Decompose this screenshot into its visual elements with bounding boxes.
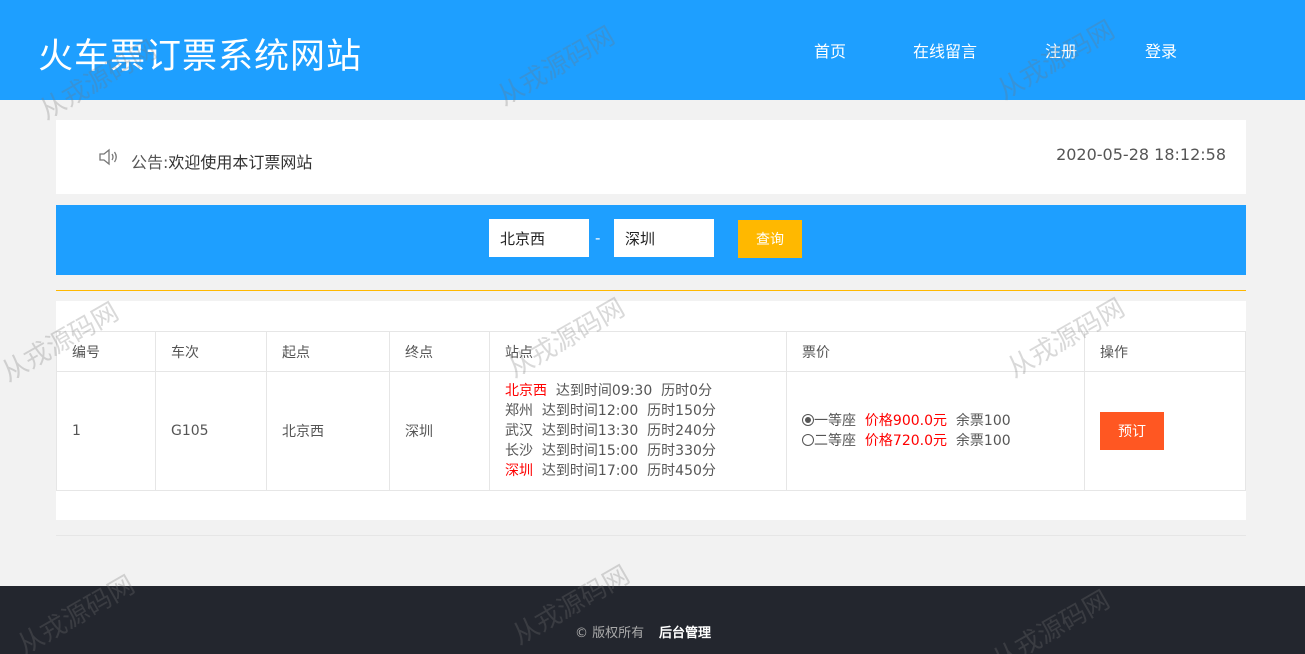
table-row: 1 G105 北京西 深圳 北京西 达到时间09:30 历时0分 郑州 达到时间… [56, 371, 1246, 491]
admin-link[interactable]: 后台管理 [659, 622, 711, 641]
station-row: 深圳 达到时间17:00 历时450分 [505, 461, 786, 481]
col-price: 票价 [786, 331, 1085, 372]
station-duration: 历时0分 [661, 383, 713, 399]
station-row: 长沙 达到时间15:00 历时330分 [505, 441, 786, 461]
seat-remaining: 余票100 [955, 433, 1011, 449]
main-nav: 首页 在线留言 注册 登录 [0, 38, 1305, 62]
from-station-input[interactable] [489, 219, 589, 257]
col-origin: 起点 [266, 331, 390, 372]
train-table: 编号 车次 起点 终点 站点 票价 操作 1 G105 北京西 深圳 北京西 达… [56, 331, 1246, 491]
notice-bar: 公告:欢迎使用本订票网站 2020-05-28 18:12:58 [56, 120, 1246, 194]
col-stations: 站点 [489, 331, 787, 372]
radio-first-class[interactable] [802, 414, 814, 426]
query-button[interactable]: 查询 [738, 220, 802, 258]
station-arrive: 达到时间13:30 [541, 423, 639, 439]
station-arrive: 达到时间09:30 [555, 383, 653, 399]
nav-login[interactable]: 登录 [1145, 38, 1177, 62]
station-duration: 历时330分 [647, 443, 716, 459]
book-button[interactable]: 预订 [1100, 412, 1164, 450]
cell-id: 1 [56, 371, 156, 491]
station-duration: 历时150分 [647, 403, 716, 419]
radio-second-class[interactable] [802, 434, 814, 446]
station-arrive: 达到时间17:00 [541, 463, 639, 479]
to-station-input[interactable] [614, 219, 714, 257]
seat-price: 价格720.0元 [864, 433, 947, 449]
search-bar: - 查询 [56, 205, 1246, 275]
station-duration: 历时450分 [647, 463, 716, 479]
site-footer: © 版权所有 后台管理 [0, 586, 1305, 654]
notice-text: 公告:欢迎使用本订票网站 [131, 149, 312, 173]
station-name: 深圳 [505, 463, 533, 479]
route-separator: - [595, 229, 601, 247]
speaker-icon [98, 147, 120, 171]
station-row: 北京西 达到时间09:30 历时0分 [505, 381, 786, 401]
station-row: 郑州 达到时间12:00 历时150分 [505, 401, 786, 421]
cell-action: 预订 [1084, 371, 1246, 491]
cell-origin: 北京西 [266, 371, 390, 491]
notice-message: 欢迎使用本订票网站 [168, 153, 313, 172]
site-header: 火车票订票系统网站 首页 在线留言 注册 登录 [0, 0, 1305, 100]
nav-home[interactable]: 首页 [814, 38, 846, 62]
divider-line [56, 290, 1246, 291]
seat-type: 二等座 [814, 433, 856, 449]
station-name: 武汉 [505, 423, 533, 439]
price-option-first[interactable]: 一等座 价格900.0元 余票100 [802, 411, 1084, 431]
station-duration: 历时240分 [647, 423, 716, 439]
seat-price: 价格900.0元 [864, 413, 947, 429]
col-id: 编号 [56, 331, 156, 372]
current-datetime: 2020-05-28 18:12:58 [1056, 145, 1226, 164]
station-row: 武汉 达到时间13:30 历时240分 [505, 421, 786, 441]
col-action: 操作 [1084, 331, 1246, 372]
price-option-second[interactable]: 二等座 价格720.0元 余票100 [802, 431, 1084, 451]
station-name: 北京西 [505, 383, 547, 399]
cell-stations: 北京西 达到时间09:30 历时0分 郑州 达到时间12:00 历时150分 武… [489, 371, 787, 491]
cell-prices: 一等座 价格900.0元 余票100 二等座 价格720.0元 余票100 [786, 371, 1085, 491]
station-name: 郑州 [505, 403, 533, 419]
notice-label: 公告: [131, 153, 169, 172]
station-name: 长沙 [505, 443, 533, 459]
nav-register[interactable]: 注册 [1045, 38, 1077, 62]
copyright-text: © 版权所有 [575, 626, 645, 641]
seat-type: 一等座 [814, 413, 856, 429]
station-arrive: 达到时间12:00 [541, 403, 639, 419]
table-header-row: 编号 车次 起点 终点 站点 票价 操作 [56, 331, 1246, 372]
station-arrive: 达到时间15:00 [541, 443, 639, 459]
results-panel: 编号 车次 起点 终点 站点 票价 操作 1 G105 北京西 深圳 北京西 达… [56, 301, 1246, 520]
col-train: 车次 [155, 331, 267, 372]
bottom-divider [56, 535, 1246, 536]
cell-train: G105 [155, 371, 267, 491]
seat-remaining: 余票100 [955, 413, 1011, 429]
nav-message[interactable]: 在线留言 [913, 38, 977, 62]
cell-destination: 深圳 [389, 371, 490, 491]
col-destination: 终点 [389, 331, 490, 372]
